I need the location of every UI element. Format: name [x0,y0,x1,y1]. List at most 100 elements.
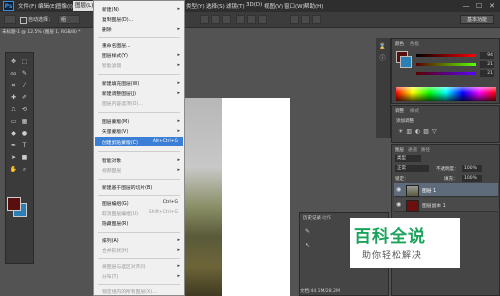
blend-mode-select[interactable]: 正常 [395,165,429,172]
distribute-icon[interactable] [290,15,299,24]
eraser-tool-icon[interactable]: ▭ [9,117,18,126]
document-tab[interactable]: 未标题-1 @ 12.5% (图层 1, RGB/8) * [0,28,82,37]
opacity-field[interactable]: 100% [462,165,482,172]
layer-name[interactable]: 图层 1 [422,187,436,194]
visibility-eye-icon[interactable]: ◉ [396,186,401,193]
close-icon[interactable]: ✕ [486,1,498,11]
history-icon[interactable]: ⌛ [378,42,387,51]
fill-field[interactable]: 100% [462,175,482,182]
menu-item-delete[interactable]: 删除 [102,26,112,33]
tab-swatches[interactable]: 色板 [410,41,419,47]
marquee-tool-icon[interactable]: ⬚ [20,57,29,66]
red-value-field[interactable]: 94 [480,52,494,59]
workspace-switcher[interactable]: 基本功能 [460,15,494,24]
menu-item-layer-style[interactable]: 图层样式(Y) [102,52,128,59]
distribute-icon[interactable] [312,15,321,24]
menu-item-smart-filter[interactable]: 智能滤镜 [102,62,121,69]
menu-item-create-clipping-mask[interactable]: 创建剪贴蒙版(C) [102,139,138,146]
menu-item-vector-mask[interactable]: 矢量蒙版(V) [102,128,128,135]
green-slider[interactable] [416,63,476,66]
blur-tool-icon[interactable]: ◆ [9,129,18,138]
type-tool-icon[interactable]: T [20,141,29,150]
menu-filter[interactable]: 滤镜(T) [226,2,245,10]
menu-select[interactable]: 选择(S) [206,2,225,10]
clone-stamp-tool-icon[interactable]: ⎍ [9,105,18,114]
menu-item-video-layers[interactable]: 视频图层 [102,167,121,174]
visibility-eye-icon[interactable]: ◉ [396,201,401,208]
pointer-icon[interactable]: ↖ [303,241,312,250]
tab-styles[interactable]: 样式 [410,108,419,114]
brush-tool-icon[interactable]: ✐ [20,93,29,102]
layer-row[interactable]: ◉ 图层 1 [394,183,498,197]
tab-adjustments[interactable]: 调整 [395,108,404,114]
menu-help[interactable]: 帮助(H) [304,2,323,10]
dodge-tool-icon[interactable]: ● [20,129,29,138]
menu-layer[interactable]: 图层(L) [73,1,96,11]
green-value-field[interactable]: 21 [480,61,494,68]
menu-3d[interactable]: 3D(D) [246,2,262,8]
layer-row[interactable]: ◉ 图层副本 1 [394,198,498,212]
red-slider[interactable] [416,54,476,57]
menu-item-lock-all-layers-in-group[interactable]: 锁定组内的所有图层(X)... [102,288,157,295]
layer-name[interactable]: 图层副本 1 [422,202,446,209]
shape-tool-icon[interactable]: ■ [20,153,29,162]
gradient-tool-icon[interactable]: ▦ [20,117,29,126]
align-left-icon[interactable] [236,15,245,24]
align-middle-icon[interactable] [211,15,220,24]
zoom-tool-icon[interactable]: ⌕ [20,165,29,174]
auto-select-checkbox[interactable] [20,17,27,24]
tab-history[interactable]: 历史记录 [303,215,321,221]
path-selection-tool-icon[interactable]: ➤ [9,153,18,162]
healing-brush-tool-icon[interactable]: ✚ [9,93,18,102]
menu-item-align-layers-to-selection[interactable]: 将图层与选区对齐(I) [102,263,146,270]
crop-tool-icon[interactable]: ⌗ [9,81,18,90]
menu-item-layer-content-options[interactable]: 图层内容选项(O)... [102,100,143,107]
menu-item-arrange[interactable]: 排列(A) [102,237,119,244]
align-center-icon[interactable] [247,15,256,24]
pen-tool-icon[interactable]: ✒ [9,141,18,150]
maximize-icon[interactable]: ☐ [473,1,485,11]
menu-type[interactable]: 类型(Y) [186,2,205,10]
menu-item-new-adjustment-layer[interactable]: 新建调整图层(J) [102,90,136,97]
align-bottom-icon[interactable] [222,15,231,24]
adjustment-icons-row[interactable]: ☀▥◐▨▽ [398,128,440,135]
auto-select-dropdown[interactable]: 组 [58,15,80,24]
lasso-tool-icon[interactable]: ᦶ [9,69,18,78]
blue-slider[interactable] [416,72,476,75]
menu-item-rename-layer[interactable]: 重命名图层... [102,42,131,49]
align-top-icon[interactable] [200,15,209,24]
menu-item-distribute[interactable]: 分布(T) [102,273,118,280]
menu-file[interactable]: 文件(F) [18,2,36,10]
quick-select-tool-icon[interactable]: ✎ [20,69,29,78]
menu-image[interactable]: 图像(I) [56,2,73,10]
color-bg-swatch[interactable] [400,56,412,68]
move-tool-preset-button[interactable] [4,15,16,24]
menu-edit[interactable]: 编辑(E) [38,2,57,10]
menu-item-new-fill-layer[interactable]: 新建填充图层(W) [102,80,139,87]
history-brush-tool-icon[interactable]: ⟲ [20,105,29,114]
foreground-color-swatch[interactable] [7,197,21,211]
tab-paths[interactable]: 路径 [421,147,430,153]
menu-view[interactable]: 视图(V) [264,2,283,10]
menu-item-layer-mask[interactable]: 图层蒙版(M) [102,118,129,125]
tab-actions[interactable]: 动作 [322,215,331,221]
eyedropper-tool-icon[interactable]: ⁄ [20,81,29,90]
menu-item-duplicate-layer[interactable]: 复制图层(D)... [102,16,133,23]
menu-item-ungroup-layers[interactable]: 取消图层编组(U) [102,210,138,217]
tab-layers[interactable]: 图层 [395,147,404,153]
blue-value-field[interactable]: 21 [480,70,494,77]
distribute-icon[interactable] [301,15,310,24]
properties-icon[interactable]: ⓘ [378,54,387,63]
minimize-icon[interactable]: — [460,1,472,11]
menu-item-combine-shapes[interactable]: 合并形状(H) [102,247,129,254]
align-right-icon[interactable] [258,15,267,24]
move-tool-icon[interactable]: ✥ [9,57,18,66]
hand-tool-icon[interactable]: ✋ [9,165,18,174]
history-brush-icon[interactable]: ✎ [303,227,312,236]
tab-channels[interactable]: 通道 [408,147,417,153]
layer-filter-select[interactable]: 类型 [395,155,421,162]
menu-item-group-layers[interactable]: 图层编组(G) [102,200,129,207]
menu-item-hide-layers[interactable]: 隐藏图层(R) [102,220,128,227]
menu-item-new[interactable]: 新建(N) [102,6,119,13]
menu-item-new-layer-based-slice[interactable]: 新建基于图层的切片(B) [102,184,152,191]
